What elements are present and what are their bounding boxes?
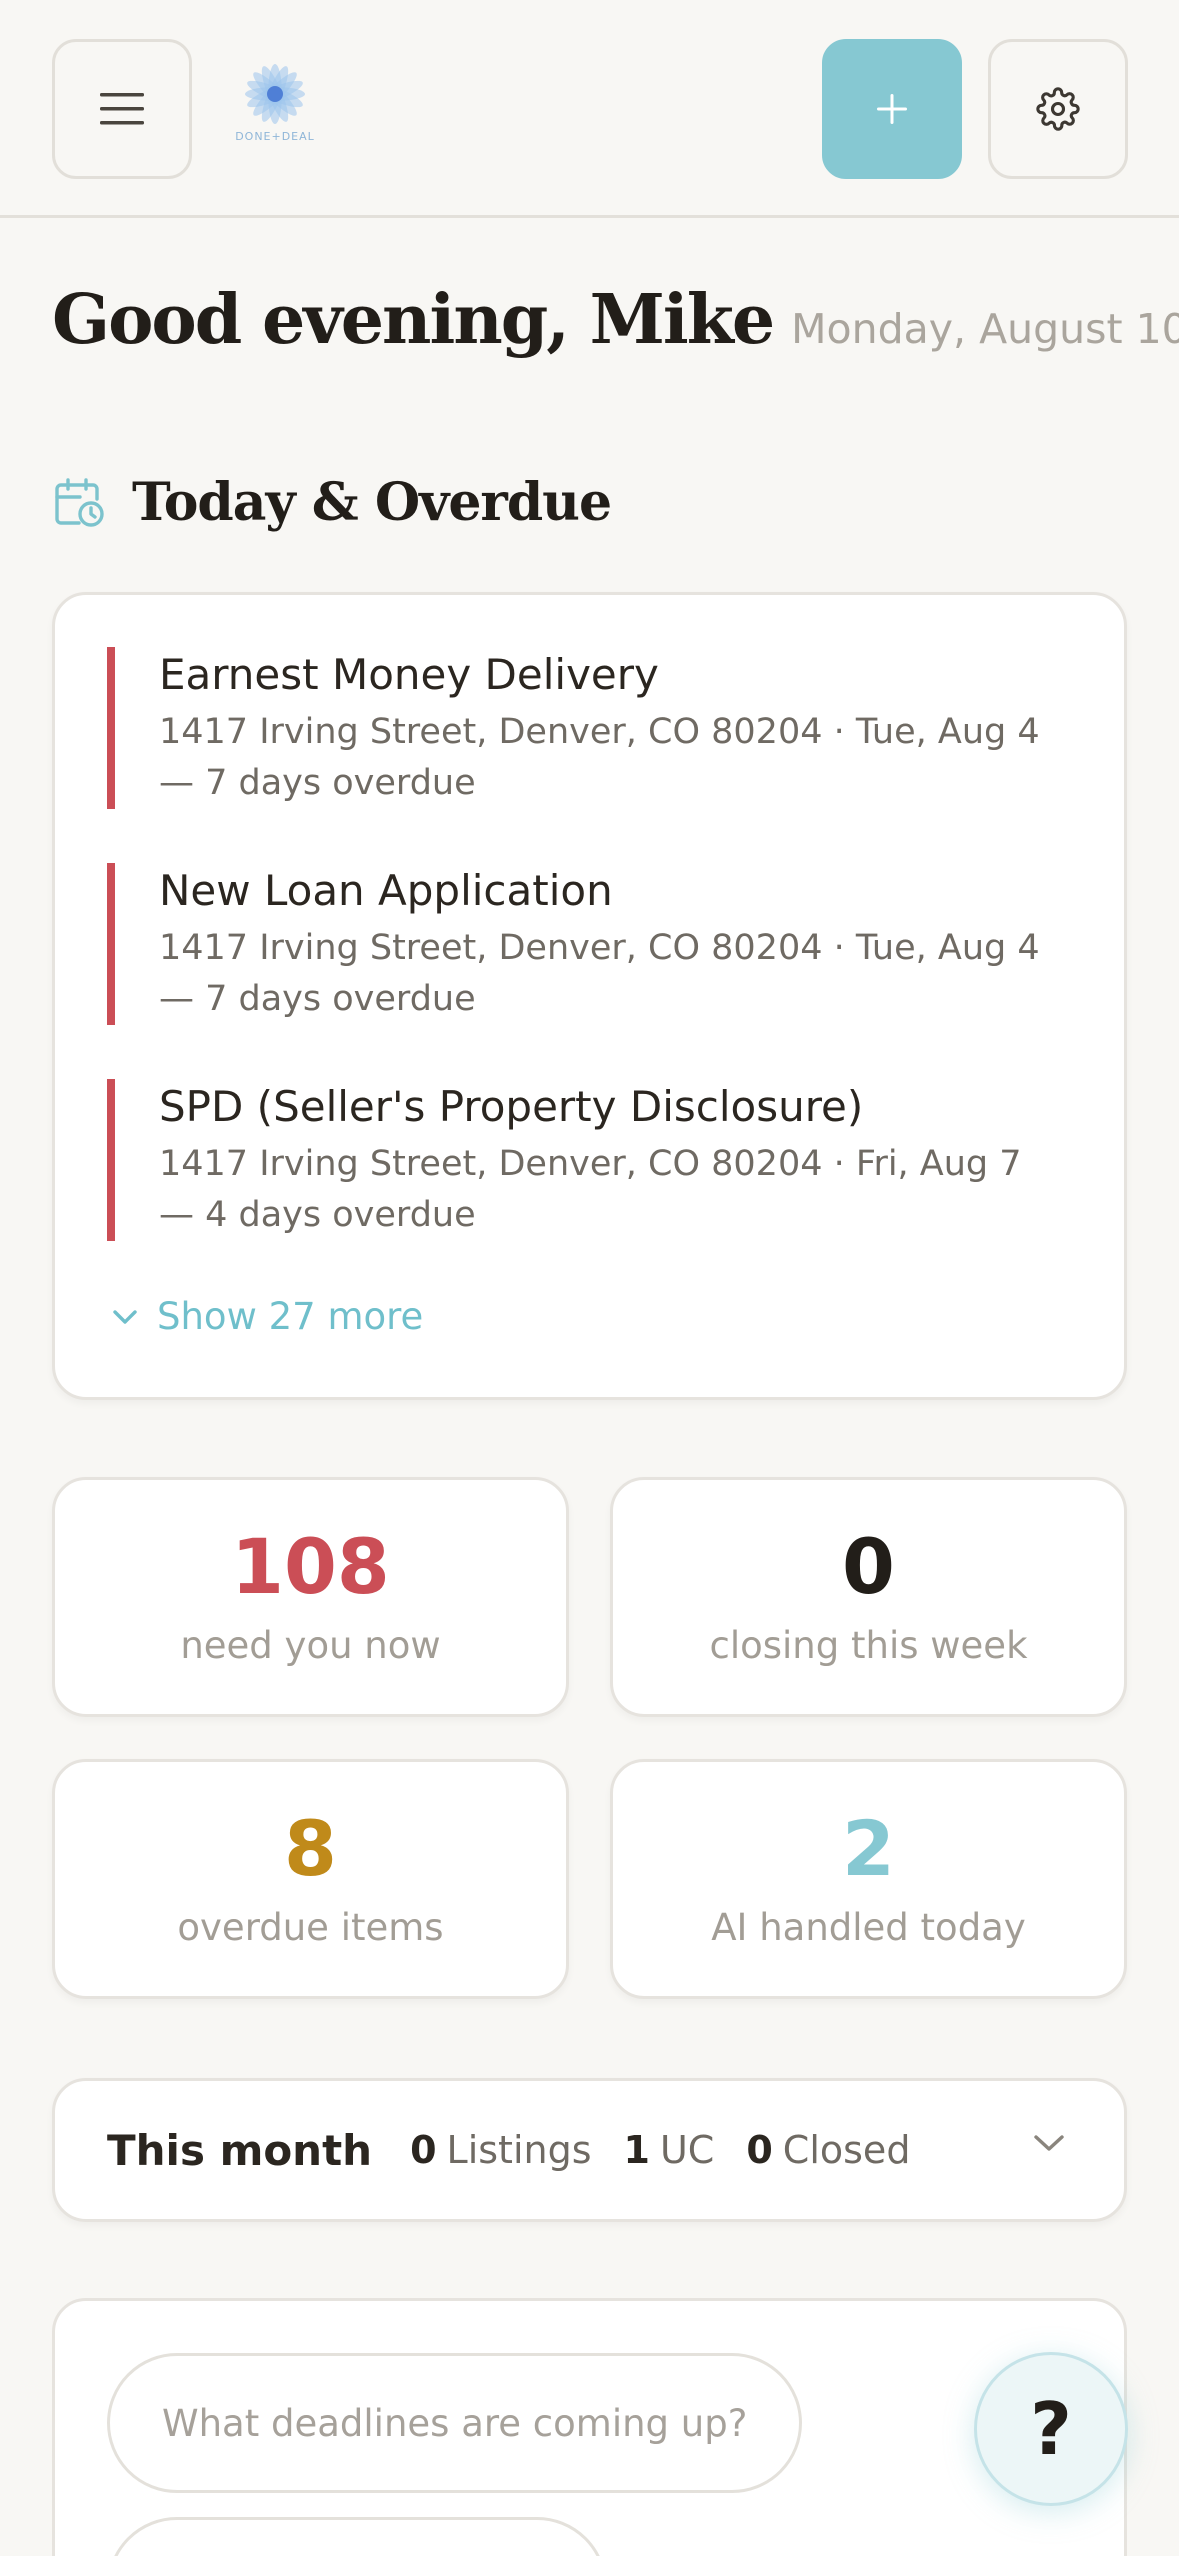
stat-value: 2: [842, 1804, 895, 1893]
help-button[interactable]: ?: [974, 2352, 1128, 2506]
stat-overdue-items[interactable]: 8 overdue items: [52, 1759, 569, 1999]
stat-closing-this-week[interactable]: 0 closing this week: [610, 1477, 1127, 1717]
app-logo[interactable]: DONE+DEAL: [232, 60, 318, 150]
task-detail: 1417 Irving Street, Denver, CO 80204 · F…: [159, 1144, 1022, 1235]
show-more-label: Show 27 more: [157, 1295, 424, 1338]
stat-label: overdue items: [177, 1906, 444, 1949]
task-title: New Loan Application: [159, 866, 613, 915]
closed-label: Closed: [782, 2128, 911, 2172]
menu-button[interactable]: [52, 39, 192, 179]
today-overdue-header: Today & Overdue: [52, 472, 612, 533]
section-title: Today & Overdue: [132, 472, 612, 533]
today-overdue-card: Earnest Money Delivery 1417 Irving Stree…: [52, 592, 1127, 1400]
month-label: This month: [107, 2125, 373, 2175]
task-title: SPD (Seller's Property Disclosure): [159, 1082, 864, 1131]
show-more-button[interactable]: Show 27 more: [111, 1295, 423, 1338]
plus-icon: [877, 94, 907, 124]
task-item[interactable]: SPD (Seller's Property Disclosure) 1417 …: [107, 1079, 1067, 1241]
greeting-title: Good evening, Mike: [52, 280, 775, 360]
chevron-down-icon[interactable]: [1032, 2131, 1066, 2155]
stat-value: 108: [231, 1522, 390, 1611]
greeting: Good evening, Mike Monday, August 10: [52, 280, 1179, 360]
suggestion-chip[interactable]: [107, 2517, 607, 2556]
closed-count: 0: [746, 2128, 773, 2172]
month-listings: 0 Listings: [410, 2128, 591, 2172]
month-closed: 0 Closed: [746, 2128, 910, 2172]
uc-label: UC: [659, 2128, 715, 2172]
task-item[interactable]: New Loan Application 1417 Irving Street,…: [107, 863, 1067, 1025]
current-date: Monday, August 10: [791, 305, 1179, 353]
chevron-down-icon: [113, 1309, 137, 1324]
hamburger-menu-icon: [100, 93, 144, 125]
listings-count: 0: [410, 2128, 437, 2172]
stat-label: need you now: [180, 1624, 441, 1667]
month-uc: 1 UC: [624, 2128, 715, 2172]
listings-label: Listings: [446, 2128, 592, 2172]
task-item[interactable]: Earnest Money Delivery 1417 Irving Stree…: [107, 647, 1067, 809]
help-label: ?: [1030, 2387, 1072, 2471]
stat-need-you-now[interactable]: 108 need you now: [52, 1477, 569, 1717]
task-detail: 1417 Irving Street, Denver, CO 80204 · T…: [159, 928, 1040, 1019]
settings-button[interactable]: [988, 39, 1128, 179]
add-button[interactable]: [822, 39, 962, 179]
ask-ai-card: What deadlines are coming up?: [52, 2298, 1127, 2556]
month-stats: This month 0 Listings 1 UC 0 Closed: [107, 2081, 942, 2219]
calendar-clock-icon: [55, 477, 104, 527]
stat-value: 8: [284, 1804, 337, 1893]
stat-label: closing this week: [709, 1624, 1028, 1667]
uc-count: 1: [623, 2128, 650, 2172]
stat-label: AI handled today: [711, 1906, 1026, 1949]
suggestion-chip[interactable]: What deadlines are coming up?: [107, 2353, 803, 2493]
this-month-summary[interactable]: This month 0 Listings 1 UC 0 Closed: [52, 2078, 1127, 2222]
stat-ai-handled[interactable]: 2 AI handled today: [610, 1759, 1127, 1999]
stat-value: 0: [842, 1522, 895, 1611]
task-title: Earnest Money Delivery: [159, 650, 659, 699]
top-header: DONE+DEAL: [0, 0, 1179, 218]
flower-logo-icon: [245, 64, 305, 124]
app-page: DONE+DEAL Good evening, Mike Monday, Aug…: [0, 0, 1179, 2556]
logo-text: DONE+DEAL: [235, 130, 315, 143]
task-detail: 1417 Irving Street, Denver, CO 80204 · T…: [159, 712, 1040, 803]
suggestion-text: What deadlines are coming up?: [162, 2401, 748, 2445]
gear-icon: [1036, 87, 1080, 131]
